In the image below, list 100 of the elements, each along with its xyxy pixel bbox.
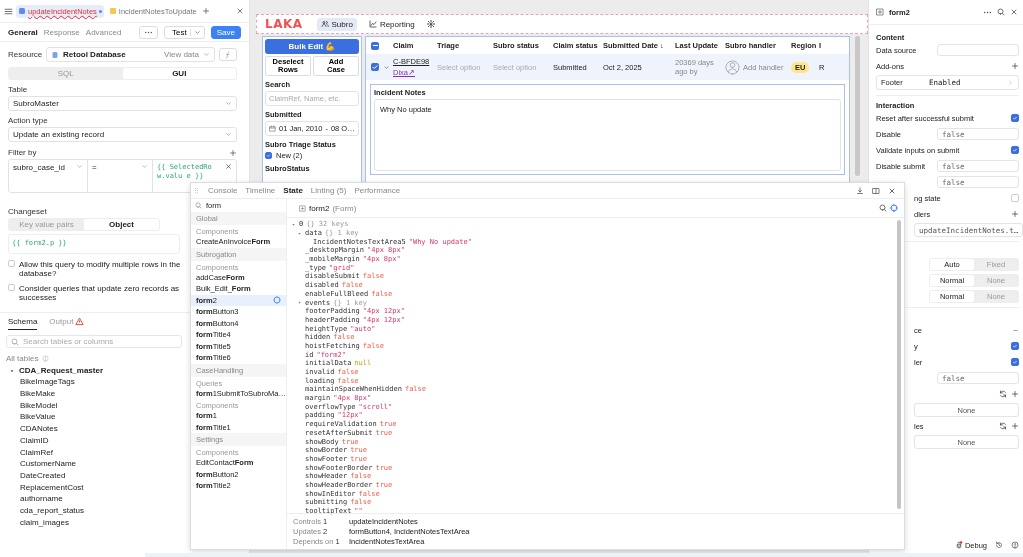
changeset-mode-option[interactable]: Object bbox=[84, 219, 159, 230]
scrollbar[interactable] bbox=[855, 36, 860, 176]
checkbox[interactable] bbox=[265, 152, 272, 159]
resource-select[interactable]: Retool Database View data bbox=[46, 47, 215, 62]
logo: LAKA bbox=[265, 17, 303, 31]
caret-icon bbox=[225, 100, 232, 107]
devtools-tab[interactable]: State bbox=[283, 186, 303, 195]
expand-icon[interactable] bbox=[382, 63, 390, 71]
chart-icon bbox=[368, 20, 377, 28]
tree-item[interactable]: authorname bbox=[6, 494, 63, 504]
add-icon[interactable] bbox=[1011, 390, 1019, 398]
add-tab-icon[interactable] bbox=[201, 7, 210, 15]
query-tab[interactable]: General bbox=[8, 27, 38, 37]
checkbox[interactable] bbox=[1011, 358, 1019, 366]
settings-icon[interactable] bbox=[426, 20, 435, 28]
operator-select[interactable]: = bbox=[88, 160, 153, 192]
field-label: Changeset bbox=[8, 207, 48, 216]
action-type-select[interactable]: Update an existing record bbox=[8, 127, 237, 142]
devtools-tab[interactable]: Performance bbox=[354, 186, 401, 195]
people-icon bbox=[320, 20, 329, 28]
checkbox[interactable] bbox=[1011, 342, 1019, 350]
checkbox[interactable] bbox=[1011, 146, 1019, 154]
field-label: Resource bbox=[8, 50, 42, 59]
add-icon[interactable] bbox=[1011, 422, 1019, 430]
nav-tab[interactable]: Reporting bbox=[364, 17, 419, 31]
checkbox[interactable] bbox=[1011, 114, 1019, 122]
target-icon[interactable] bbox=[273, 296, 281, 305]
download-icon[interactable] bbox=[856, 186, 864, 195]
tree-item[interactable]: cda_report_status bbox=[6, 506, 85, 516]
option-label: Consider queries that update zero records as successes bbox=[19, 284, 181, 302]
query-tab[interactable]: Advanced bbox=[85, 27, 122, 37]
tree-item[interactable]: CustomerName bbox=[6, 459, 76, 469]
menu-icon[interactable] bbox=[4, 6, 13, 16]
schema-tab[interactable]: Schema bbox=[8, 313, 38, 330]
test-button[interactable]: Test bbox=[164, 25, 205, 39]
help-icon[interactable] bbox=[1011, 541, 1019, 549]
field-label: Filter by bbox=[8, 148, 37, 157]
checkbox[interactable] bbox=[8, 284, 15, 291]
add-filter-icon[interactable] bbox=[229, 148, 237, 157]
tree-item[interactable]: DateCreated bbox=[6, 470, 66, 481]
expand-icon[interactable] bbox=[291, 221, 296, 227]
tree-item[interactable]: ReplacementCost bbox=[6, 482, 84, 493]
devtools-tab[interactable]: Timeline bbox=[245, 186, 276, 195]
tree-item[interactable]: BikeMake bbox=[6, 389, 56, 399]
caret-icon bbox=[9, 367, 15, 374]
dock-icon[interactable] bbox=[872, 186, 880, 195]
avatar-icon bbox=[725, 59, 740, 75]
mode-toggle-option[interactable]: GUI bbox=[122, 68, 236, 79]
table-select[interactable]: SubroMaster bbox=[8, 96, 237, 111]
row-checkbox[interactable] bbox=[371, 63, 379, 71]
tree-item[interactable]: CDA_Request_master bbox=[6, 366, 104, 375]
refresh-icon[interactable] bbox=[999, 390, 1007, 398]
column-select[interactable]: subro_case_id bbox=[9, 160, 88, 192]
field-label: Table bbox=[8, 85, 29, 94]
property-field[interactable] bbox=[937, 44, 1019, 56]
component-icon bbox=[299, 204, 306, 212]
tree-item[interactable]: BikeModel bbox=[6, 400, 58, 411]
search-icon[interactable] bbox=[879, 204, 887, 212]
checkbox[interactable] bbox=[1011, 194, 1019, 202]
add-icon[interactable] bbox=[1011, 210, 1019, 218]
devtools-tab[interactable]: Console bbox=[208, 186, 238, 195]
nav-tab[interactable]: Subro bbox=[316, 17, 357, 31]
tree-item[interactable]: BikeValue bbox=[6, 412, 56, 422]
close-icon[interactable] bbox=[888, 186, 896, 195]
chevron-icon bbox=[1007, 79, 1014, 86]
tree-item[interactable]: ClaimID bbox=[6, 435, 49, 446]
caret-icon bbox=[76, 163, 83, 170]
option-label: Allow this query to modify multiple rows in the database? bbox=[19, 260, 182, 278]
bulk-edit-button[interactable]: Bulk Edit 💪 bbox=[265, 39, 359, 54]
save-button[interactable]: Save bbox=[210, 25, 241, 39]
expand-icon[interactable] bbox=[297, 230, 302, 236]
checkbox[interactable] bbox=[8, 260, 15, 267]
select-all-checkbox[interactable] bbox=[371, 41, 379, 50]
section-label: All tables bbox=[6, 354, 39, 363]
tree-item[interactable]: BikeImageTags bbox=[6, 377, 75, 387]
close-icon[interactable] bbox=[236, 7, 244, 15]
caret-icon bbox=[193, 28, 201, 36]
add-icon[interactable] bbox=[1011, 62, 1019, 70]
scrollbar[interactable] bbox=[897, 220, 901, 509]
search-icon bbox=[195, 202, 202, 209]
expand-icon[interactable] bbox=[297, 300, 302, 306]
drag-handle-icon[interactable] bbox=[193, 187, 200, 194]
search-icon[interactable] bbox=[997, 8, 1005, 16]
history-icon[interactable] bbox=[995, 541, 1003, 549]
bug-icon bbox=[954, 541, 963, 549]
target-icon[interactable] bbox=[890, 204, 898, 212]
devtools-tab[interactable]: Linting (5) bbox=[310, 186, 347, 195]
refresh-icon[interactable] bbox=[999, 422, 1007, 430]
tree-item[interactable]: ClaimRef bbox=[6, 447, 53, 457]
remove-icon[interactable] bbox=[225, 163, 232, 170]
close-icon[interactable] bbox=[1010, 8, 1018, 16]
caret-icon bbox=[203, 51, 210, 58]
component-icon bbox=[876, 8, 884, 16]
tree-item[interactable]: claim_images bbox=[6, 517, 69, 528]
warning-icon bbox=[75, 317, 85, 326]
field-label: Action type bbox=[8, 116, 49, 125]
query-tab[interactable]: Response bbox=[43, 27, 80, 37]
inspector-title: form2 bbox=[309, 203, 330, 213]
tree-item[interactable]: CDANotes bbox=[6, 424, 58, 434]
component-type: (Form) bbox=[332, 203, 357, 213]
